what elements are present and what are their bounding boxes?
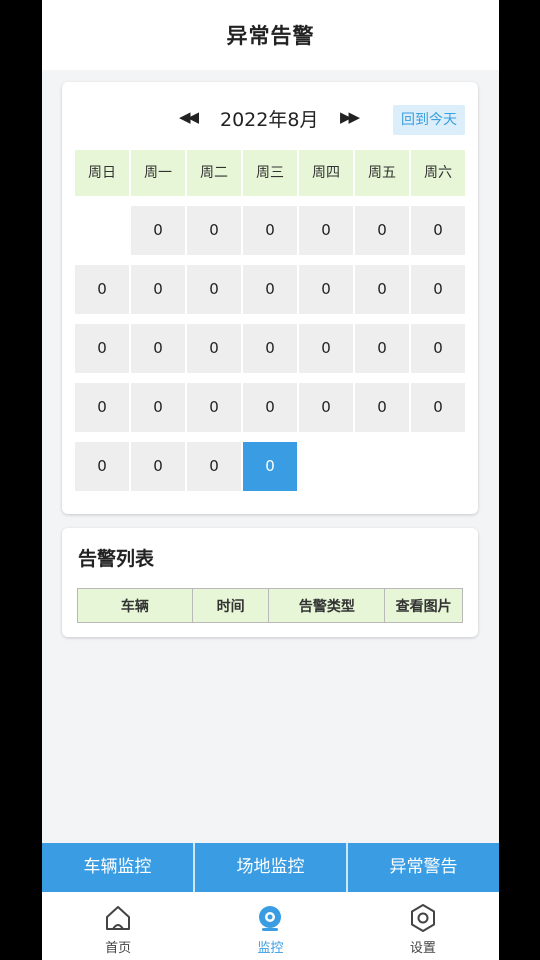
calendar-day-cell[interactable]: 0 bbox=[75, 383, 129, 432]
nav-label-settings: 设置 bbox=[409, 941, 436, 956]
page-title: 异常告警 bbox=[226, 24, 315, 48]
camera-icon bbox=[259, 906, 282, 931]
column-header-vehicle: 车辆 bbox=[77, 588, 193, 623]
calendar-day-cell[interactable]: 0 bbox=[243, 324, 297, 373]
calendar-day-cell[interactable]: 0 bbox=[187, 265, 241, 314]
calendar-day-cell[interactable]: 0 bbox=[131, 383, 185, 432]
top-bar: 异常告警 bbox=[42, 0, 499, 70]
calendar-day-cell[interactable]: 0 bbox=[243, 206, 297, 255]
calendar-day-cell[interactable]: 0 bbox=[75, 265, 129, 314]
column-header-view-image: 查看图片 bbox=[384, 588, 463, 623]
nav-item-settings[interactable]: 设置 bbox=[347, 892, 499, 960]
calendar-day-cell[interactable]: 0 bbox=[187, 324, 241, 373]
tab-vehicle-monitor[interactable]: 车辆监控 bbox=[42, 843, 195, 892]
calendar-day-cell[interactable]: 0 bbox=[131, 206, 185, 255]
tab-site-monitor[interactable]: 场地监控 bbox=[195, 843, 348, 892]
calendar-day-cell[interactable]: 0 bbox=[411, 383, 465, 432]
calendar-day-cell[interactable]: 0 bbox=[299, 265, 353, 314]
calendar-day-cell[interactable]: 0 bbox=[299, 206, 353, 255]
calendar-day-grid: 0000000000000000000000000000000 bbox=[75, 206, 467, 491]
month-label: 2022年8月 bbox=[220, 109, 319, 131]
settings-hexagon-icon bbox=[410, 904, 435, 932]
calendar-header: ◀◀ 2022年8月 ▶▶ 回到今天 bbox=[62, 102, 478, 138]
calendar-day-cell[interactable]: 0 bbox=[355, 265, 409, 314]
prev-month-icon[interactable]: ◀◀ bbox=[179, 108, 199, 126]
weekday-header-row: 周日 周一 周二 周三 周四 周五 周六 bbox=[75, 150, 465, 196]
next-month-icon[interactable]: ▶▶ bbox=[340, 108, 360, 126]
weekday-tuesday: 周二 bbox=[187, 150, 241, 196]
calendar-day-cell[interactable]: 0 bbox=[299, 383, 353, 432]
column-header-alarm-type: 告警类型 bbox=[268, 588, 386, 623]
column-header-time: 时间 bbox=[191, 588, 270, 623]
calendar-day-cell[interactable]: 0 bbox=[411, 206, 465, 255]
calendar-day-cell[interactable]: 0 bbox=[243, 265, 297, 314]
app-screen: 异常告警 ◀◀ 2022年8月 ▶▶ 回到今天 周日 周一 周二 周三 周四 周… bbox=[42, 0, 499, 960]
calendar-day-cell[interactable]: 0 bbox=[355, 383, 409, 432]
calendar-day-today[interactable]: 0 bbox=[243, 442, 297, 491]
back-to-today-button[interactable]: 回到今天 bbox=[393, 105, 465, 135]
calendar-empty-cell bbox=[75, 206, 129, 255]
alarm-table-header-row: 车辆 时间 告警类型 查看图片 bbox=[77, 588, 463, 623]
alarm-list-title: 告警列表 bbox=[78, 548, 155, 570]
nav-label-home: 首页 bbox=[105, 941, 132, 956]
calendar-day-cell[interactable]: 0 bbox=[75, 324, 129, 373]
calendar-card: ◀◀ 2022年8月 ▶▶ 回到今天 周日 周一 周二 周三 周四 周五 周六 … bbox=[62, 82, 478, 514]
weekday-saturday: 周六 bbox=[411, 150, 465, 196]
calendar-day-cell[interactable]: 0 bbox=[131, 442, 185, 491]
home-icon bbox=[106, 906, 131, 930]
tab-abnormal-warning[interactable]: 异常警告 bbox=[348, 843, 499, 892]
calendar-day-cell[interactable]: 0 bbox=[131, 324, 185, 373]
weekday-wednesday: 周三 bbox=[243, 150, 297, 196]
calendar-day-cell[interactable]: 0 bbox=[299, 324, 353, 373]
calendar-day-cell[interactable]: 0 bbox=[131, 265, 185, 314]
weekday-friday: 周五 bbox=[355, 150, 409, 196]
calendar-day-cell[interactable]: 0 bbox=[355, 324, 409, 373]
calendar-day-cell[interactable]: 0 bbox=[75, 442, 129, 491]
calendar-day-cell[interactable]: 0 bbox=[187, 383, 241, 432]
nav-item-monitor[interactable]: 监控 bbox=[194, 892, 346, 960]
alarm-table: 车辆 时间 告警类型 查看图片 bbox=[77, 588, 463, 623]
calendar-day-cell[interactable]: 0 bbox=[411, 324, 465, 373]
calendar-day-cell[interactable]: 0 bbox=[243, 383, 297, 432]
bottom-navigation: 首页 监控 设置 bbox=[42, 892, 499, 960]
calendar-day-cell[interactable]: 0 bbox=[187, 442, 241, 491]
nav-item-home[interactable]: 首页 bbox=[42, 892, 194, 960]
calendar-day-cell[interactable]: 0 bbox=[355, 206, 409, 255]
monitor-tab-bar: 车辆监控 场地监控 异常警告 bbox=[42, 843, 499, 892]
calendar-day-cell[interactable]: 0 bbox=[411, 265, 465, 314]
calendar-day-cell[interactable]: 0 bbox=[187, 206, 241, 255]
nav-label-monitor: 监控 bbox=[257, 941, 284, 956]
weekday-sunday: 周日 bbox=[75, 150, 129, 196]
alarm-list-card: 告警列表 车辆 时间 告警类型 查看图片 bbox=[62, 528, 478, 637]
weekday-monday: 周一 bbox=[131, 150, 185, 196]
weekday-thursday: 周四 bbox=[299, 150, 353, 196]
